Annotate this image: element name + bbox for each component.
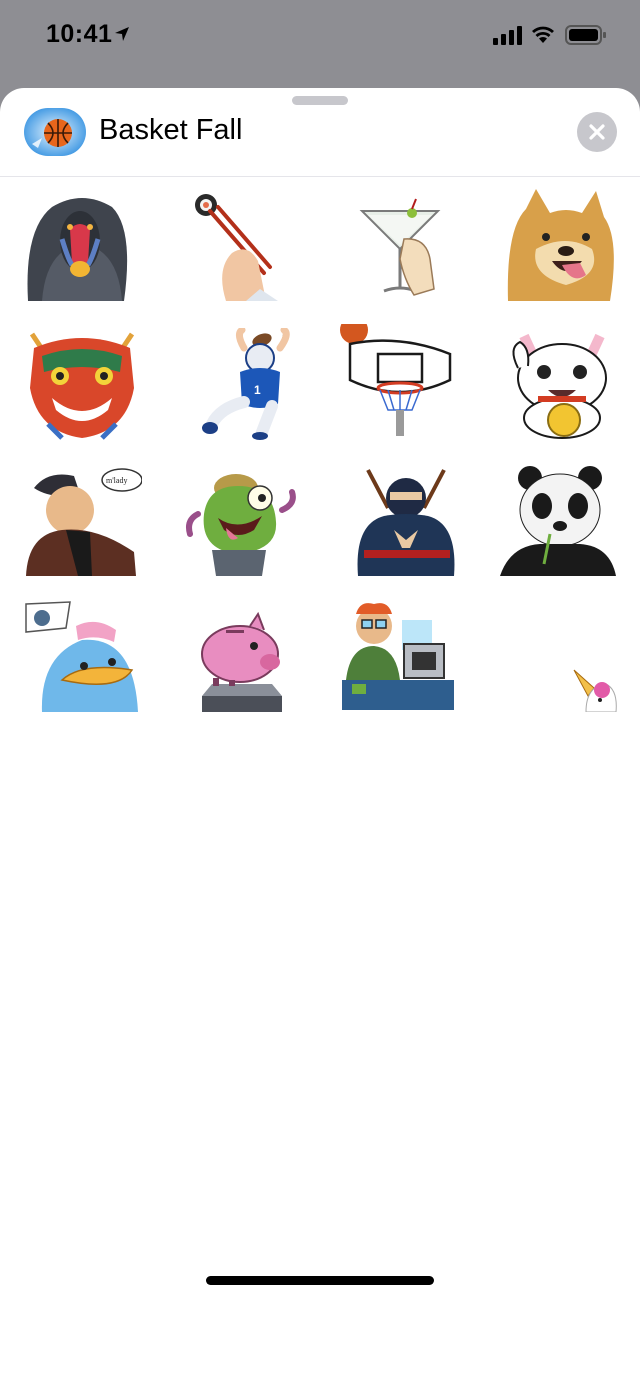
sticker-shiba[interactable]	[506, 189, 626, 301]
sticker-chopsticks-sushi[interactable]	[186, 189, 306, 301]
sticker-penguin[interactable]	[22, 600, 142, 712]
sheet-grabber[interactable]	[292, 96, 348, 105]
close-button[interactable]	[577, 112, 617, 152]
sticker-basketball-hoop[interactable]	[340, 324, 460, 436]
sticker-lucky-cat[interactable]	[502, 328, 622, 440]
sticker-ninja[interactable]	[354, 464, 474, 576]
status-bar: 10:41	[0, 0, 640, 80]
app-title: Basket Fall	[99, 114, 243, 146]
sticker-panda[interactable]	[500, 464, 620, 576]
cellular-signal-icon	[493, 26, 523, 51]
svg-text:1: 1	[254, 383, 261, 397]
sticker-football-player[interactable]: 1	[200, 328, 320, 440]
sticker-unicorn[interactable]	[502, 600, 622, 712]
close-icon	[589, 124, 605, 140]
sticker-trash-monster[interactable]	[182, 464, 302, 576]
speech-bubble-text: m'lady	[106, 476, 127, 485]
sticker-piggy-bank[interactable]	[192, 600, 312, 712]
home-indicator[interactable]	[206, 1276, 434, 1285]
sticker-mandrill[interactable]	[22, 189, 142, 301]
sticker-martini[interactable]	[354, 189, 474, 301]
basketball-game-icon	[24, 108, 86, 156]
app-sheet: Basket Fall 1 m'lady	[0, 88, 640, 1385]
location-arrow-icon	[114, 26, 130, 47]
sticker-dragon-mask[interactable]	[22, 328, 142, 440]
header-divider	[0, 176, 640, 177]
wifi-icon	[530, 23, 556, 50]
sticker-computer-nerd[interactable]	[342, 600, 462, 712]
battery-icon	[565, 25, 607, 50]
status-time: 10:41	[46, 20, 113, 48]
sticker-fedora-man[interactable]: m'lady	[22, 464, 142, 576]
